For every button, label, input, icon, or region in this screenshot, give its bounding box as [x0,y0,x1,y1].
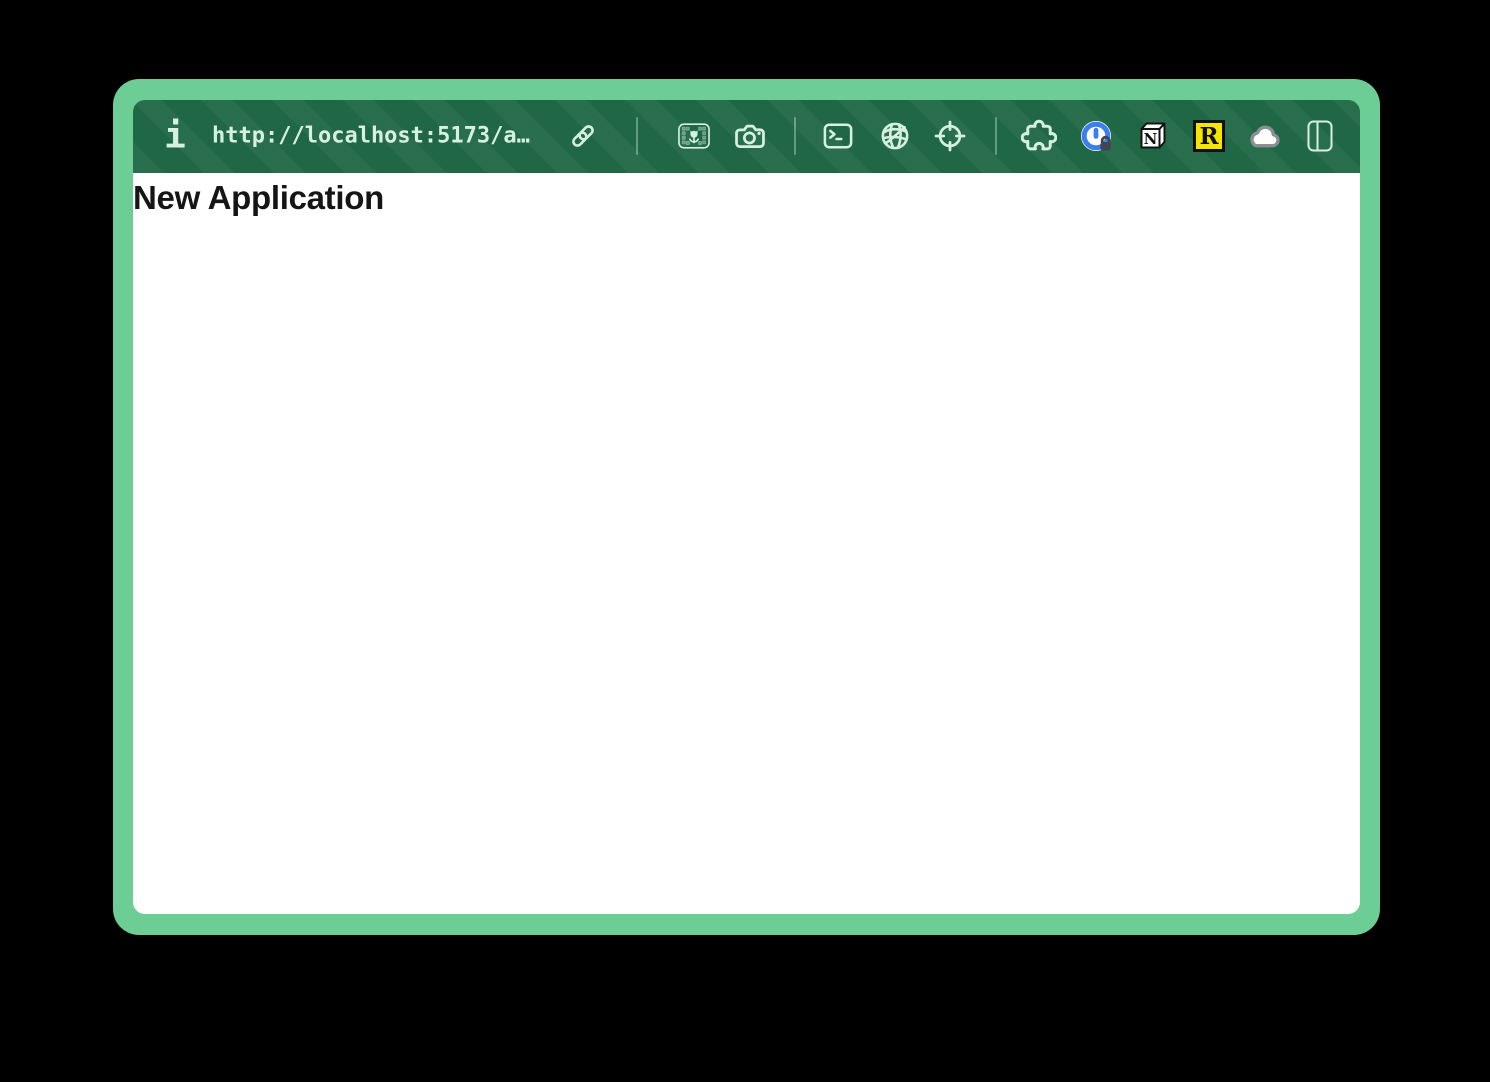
split-view-icon[interactable] [1307,120,1333,153]
toolbar-separator [636,117,638,155]
link-icon[interactable] [568,121,599,152]
crosshair-icon[interactable] [934,120,967,153]
onepassword-icon[interactable] [1079,119,1113,153]
notion-letter: N [1144,130,1158,148]
extensions-puzzle-icon[interactable] [1021,118,1057,154]
globe-icon[interactable] [880,121,911,152]
page-content: New Application [133,173,1360,914]
notion-icon[interactable]: N [1135,119,1169,153]
desktop-background: i http://localhost:5173/a… N R New Appli… [0,0,1490,1082]
page-title: New Application [133,179,384,216]
terminal-icon[interactable] [823,123,853,150]
r-letter: R [1199,123,1219,150]
browser-window: i http://localhost:5173/a… N R New Appli… [113,79,1380,935]
info-icon[interactable]: i [164,116,186,157]
r-extension-icon[interactable]: R [1193,120,1225,152]
camera-icon[interactable] [734,120,767,153]
address-url[interactable]: http://localhost:5173/a… [212,124,530,149]
cloud-icon[interactable] [1246,122,1283,151]
toolbar-separator [995,117,997,155]
image-icon[interactable] [678,123,711,149]
toolbar-separator [794,117,796,155]
browser-toolbar: i http://localhost:5173/a… N R [133,100,1360,173]
